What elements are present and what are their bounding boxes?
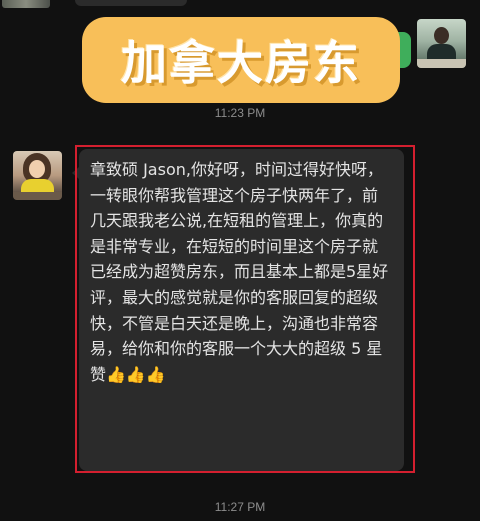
previous-message-bubble-partial: [75, 0, 187, 6]
my-avatar[interactable]: [417, 19, 466, 68]
received-message-text: 章致硕 Jason,你好呀，时间过得好快呀，一转眼你帮我管理这个房子快两年了，前…: [90, 160, 389, 384]
sent-message-text: 加拿大房东: [121, 36, 361, 90]
timestamp-bottom: 11:27 PM: [214, 500, 266, 514]
sent-message-bubble[interactable]: 加拿大房东: [82, 17, 400, 103]
previous-avatar-partial: [2, 0, 50, 8]
received-bubble-tail: [72, 167, 79, 179]
contact-avatar[interactable]: [13, 151, 62, 200]
timestamp: 11:23 PM: [214, 106, 266, 120]
